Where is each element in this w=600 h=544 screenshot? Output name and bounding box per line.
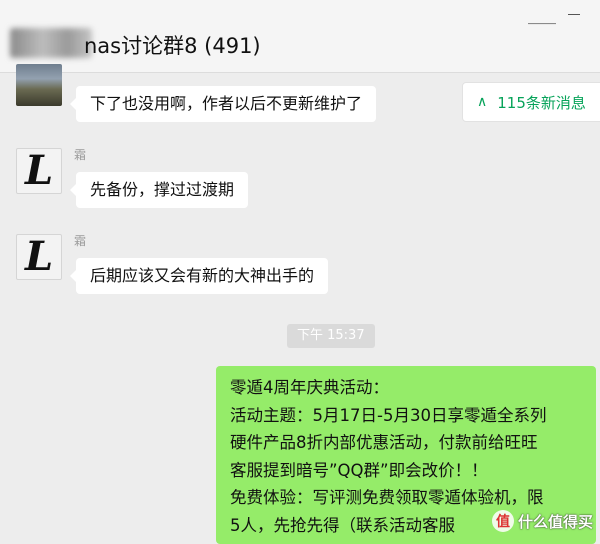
message-line: 客服提到暗号”QQ群”即会改价！！: [230, 460, 488, 480]
avatar[interactable]: L: [16, 148, 62, 194]
watermark-text: 什么值得买: [518, 512, 594, 531]
sender-name: 霜: [74, 148, 87, 162]
blurred-group-name: [10, 28, 92, 58]
avatar[interactable]: [16, 64, 62, 106]
avatar-letter: L: [24, 148, 54, 194]
chat-title: nas讨论群8 (491): [84, 34, 261, 58]
message-line: 免费体验：写评测免费领取零遁体验机，限: [230, 488, 544, 507]
message-bubble[interactable]: 后期应该又会有新的大神出手的: [69, 258, 329, 294]
chat-header: nas讨论群8 (491) ⸏⸏: [0, 0, 600, 73]
timestamp-label: 下午 15:37: [287, 324, 375, 348]
message-bubble[interactable]: 先备份，撑过过渡期: [69, 172, 249, 208]
new-messages-button[interactable]: ∧ 115条新消息: [462, 82, 600, 122]
message-line: 硬件产品8折内部优惠活动，付款前给旺旺: [230, 433, 538, 452]
pin-icon[interactable]: ⸏⸏: [528, 8, 556, 27]
watermark: 值 什么值得买: [492, 510, 593, 532]
chevron-up-double-icon: ∧: [477, 94, 488, 110]
message-line: 零遁4周年庆典活动：: [230, 378, 389, 397]
sender-name: 霜: [74, 234, 87, 248]
message-bubble[interactable]: 下了也没用啊，作者以后不更新维护了: [69, 86, 377, 122]
message-line: 活动主题：5月17日-5月30日享零遁全系列: [230, 405, 547, 425]
avatar[interactable]: L: [16, 234, 62, 280]
avatar-letter: L: [24, 234, 54, 280]
watermark-logo-icon: 值: [492, 510, 514, 532]
new-messages-label: 115条新消息: [497, 93, 586, 112]
